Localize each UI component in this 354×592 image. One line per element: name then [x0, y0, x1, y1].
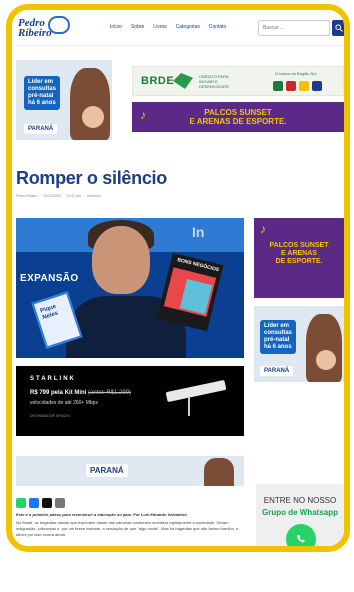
ad-parana-prenatal-side[interactable]: Líder em consultas pré-natal há 6 anos P… [254, 306, 344, 382]
ad-brde[interactable]: BRDE CRÉDITO PARA INOVAR E DESENVOLVER O… [132, 66, 344, 96]
brde-partner-logos [273, 81, 322, 91]
starlink-partner: DISTRIBUIDOR SPACEX [30, 414, 70, 418]
ad-text-line: pré-natal [264, 337, 290, 343]
hero-book-left-title: Pique Neles [39, 303, 59, 322]
nav-item-contato[interactable]: Contato [209, 24, 227, 30]
starlink-old-price: (antes R$1.299) [88, 390, 132, 396]
search-button[interactable] [332, 20, 344, 36]
logo-line2: Ribeiro [18, 27, 52, 39]
whatsapp-icon [286, 524, 316, 546]
ad-whatsapp-group[interactable]: ENTRE NO NOSSO Grupo de Whatsapp [256, 484, 344, 546]
ad-mother-image [204, 458, 234, 486]
dish-stand [188, 396, 190, 416]
ad-text-line: Líder em [264, 323, 290, 329]
article-lead: Este é o primeiro passo para reconstruir… [16, 512, 188, 517]
share-bar [16, 498, 65, 508]
ad-palcos-sunset-wide[interactable]: ♪ PALCOS SUNSET E ARENAS DE ESPORTE. [132, 102, 344, 132]
satellite-dish-icon [165, 379, 227, 403]
parana-logo: PARANÁ [86, 464, 128, 477]
ad-prenatal-text: Líder em consultas pré-natal há 6 anos [260, 320, 297, 354]
meta-date: 22/11/2025 [43, 194, 61, 198]
whatsapp-share-icon[interactable] [16, 498, 26, 508]
ad-parana-wide[interactable]: PARANÁ [16, 456, 244, 486]
parana-logo: PARANÁ [24, 124, 58, 134]
ad-baby-image [316, 350, 336, 370]
hero-backdrop-logo: In [192, 224, 205, 240]
nav-item-inicio[interactable]: Início [110, 24, 122, 30]
phone-frame: Pedro Ribeiro Início Sobre Livros Catego… [6, 4, 350, 552]
music-note-icon: ♪ [260, 222, 266, 236]
starlink-brand: STARLINK [30, 376, 76, 382]
search-input[interactable] [258, 20, 330, 36]
palcos-text: PALCOS SUNSET E ARENAS DE ESPORTE. [132, 108, 344, 126]
meta-comments[interactable]: Nenhum [87, 194, 100, 198]
site-header: Pedro Ribeiro Início Sobre Livros Catego… [12, 10, 344, 46]
x-share-icon[interactable] [42, 498, 52, 508]
hero-backdrop-text: EXPANSÃO [20, 273, 79, 284]
palcos-side-line1: PALCOS SUNSET [269, 242, 329, 249]
search-icon [335, 24, 343, 32]
browser-viewport: Pedro Ribeiro Início Sobre Livros Catego… [12, 10, 344, 546]
meta-time: 10:17 am [66, 194, 82, 198]
nav-item-livros[interactable]: Livros [153, 24, 166, 30]
parana-logo: PARANÁ [260, 366, 294, 376]
article-body: No Brasil, as tragédias diárias que expl… [16, 520, 239, 537]
palcos-line1: PALCOS SUNSET [204, 108, 272, 117]
brde-top-right-text: O banco da Região Sul [275, 71, 317, 76]
ad-mother-image [306, 314, 342, 382]
partner-logo-icon [299, 81, 309, 91]
main-nav: Início Sobre Livros Categorias Contato [110, 24, 226, 30]
brde-tagline: CRÉDITO PARA INOVAR E DESENVOLVER [199, 74, 229, 89]
ad-text-line: consultas [264, 330, 293, 336]
ad-text-line: há 6 anos [28, 100, 56, 106]
palcos-side-line2: E ARENAS [281, 250, 317, 257]
ad-prenatal-text: Líder em consultas pré-natal há 6 anos [24, 76, 61, 110]
ad-baby-image [82, 106, 104, 128]
facebook-share-icon[interactable] [29, 498, 39, 508]
hero-book-right: BONS NEGÓCIOS [156, 252, 224, 332]
starlink-offer: R$ 799 pela Kit Mini (antes R$1.299) [30, 390, 131, 396]
starlink-price: R$ 799 pela Kit Mini [30, 390, 87, 396]
email-share-icon[interactable] [55, 498, 65, 508]
ad-text-line: pré-natal [28, 93, 54, 99]
palcos-line2: E ARENAS DE ESPORTE. [189, 117, 287, 126]
ad-text-line: Líder em [28, 79, 54, 85]
ad-mother-image [70, 68, 110, 140]
starlink-speed: velocidades de até 260+ Mbps [30, 400, 98, 406]
logo-text: Pedro Ribeiro [18, 18, 52, 39]
page-title: Romper o silêncio [16, 168, 167, 188]
partner-logo-icon [286, 81, 296, 91]
ad-parana-prenatal[interactable]: Líder em consultas pré-natal há 6 anos P… [16, 60, 112, 140]
hero-image: In EXPANSÃO Pique Neles BONS NEGÓCIOS [16, 218, 244, 358]
site-logo[interactable]: Pedro Ribeiro [18, 16, 76, 42]
meta-author[interactable]: Pedro Ribeiro [16, 194, 37, 198]
partner-logo-icon [312, 81, 322, 91]
palcos-side-text: PALCOS SUNSET E ARENAS DE ESPORTE. [254, 242, 344, 266]
whatsapp-title: ENTRE NO NOSSO [263, 496, 337, 505]
whatsapp-subtitle: Grupo de Whatsapp [262, 508, 338, 517]
ad-text-line: consultas [28, 86, 57, 92]
nav-item-categorias[interactable]: Categorias [176, 24, 200, 30]
nav-item-sobre[interactable]: Sobre [131, 24, 144, 30]
partner-logo-icon [273, 81, 283, 91]
ad-text-line: há 6 anos [264, 344, 292, 350]
article-meta: Pedro Ribeiro 22/11/2025 10:17 am Nenhum [16, 194, 101, 198]
palcos-side-line3: DE ESPORTE. [275, 258, 323, 265]
brde-mark-icon [173, 73, 193, 89]
hero-person-head [92, 226, 150, 294]
brde-logo: BRDE [141, 75, 175, 87]
ad-starlink[interactable]: STARLINK R$ 799 pela Kit Mini (antes R$1… [16, 366, 244, 436]
ad-palcos-sunset-side[interactable]: ♪ PALCOS SUNSET E ARENAS DE ESPORTE. [254, 218, 344, 298]
